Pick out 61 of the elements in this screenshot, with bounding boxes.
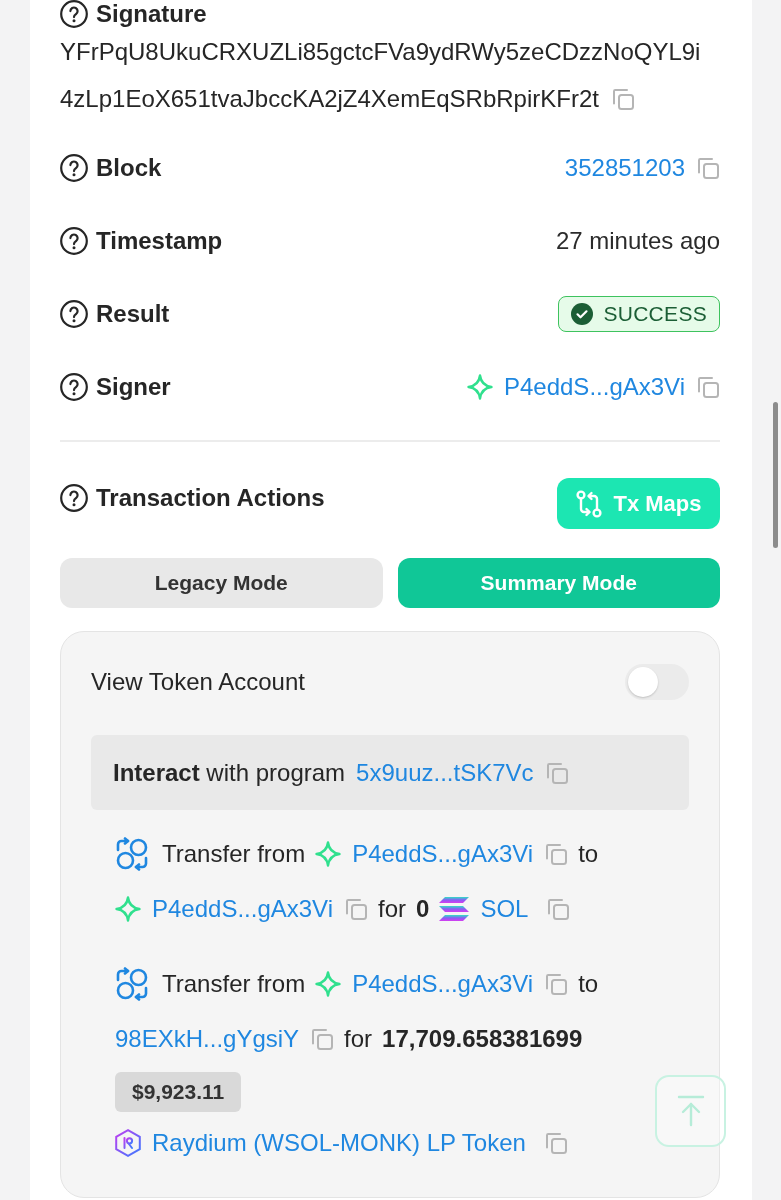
field-label: Signature xyxy=(96,0,207,28)
sparkle-icon xyxy=(315,840,342,867)
interaction-text: Interact with program xyxy=(113,757,346,788)
status-text: SUCCESS xyxy=(603,301,707,326)
transfer-icon xyxy=(115,836,149,871)
route-arrows-icon xyxy=(575,489,604,518)
help-icon xyxy=(60,484,88,512)
copy-icon[interactable] xyxy=(546,896,571,921)
mode-tab[interactable]: Legacy Mode xyxy=(60,558,383,608)
value-link[interactable]: 352851203 xyxy=(564,149,685,186)
copy-icon[interactable] xyxy=(344,896,369,921)
copy-icon[interactable] xyxy=(544,971,569,996)
address-link[interactable]: P4eddS...gAx3Vi xyxy=(503,368,685,405)
to-address-link[interactable]: P4eddS...gAx3Vi xyxy=(152,890,334,927)
signature-value: YFrPqU8UkuCRXUZLi85gctcFVa9ydRWy5zeCDzzNoQYL9i xyxy=(60,36,701,67)
mode-tab[interactable]: Summary Mode xyxy=(397,558,720,608)
copy-icon[interactable] xyxy=(310,1026,335,1051)
from-address-link[interactable]: P4eddS...gAx3Vi xyxy=(352,965,534,1002)
signature-value: 4zLp1EoX651tvaJbccKA2jZ4XemEqSRbRpirKFr2t xyxy=(60,83,599,114)
connector-text: for xyxy=(344,1023,373,1054)
help-icon xyxy=(60,226,88,255)
to-address-link[interactable]: 98EXkH...gYgsiY xyxy=(115,1020,300,1057)
sparkle-icon xyxy=(466,373,493,400)
help-icon xyxy=(60,299,88,328)
connector-text: to xyxy=(578,838,599,869)
transfer-label: Transfer from xyxy=(162,968,306,999)
amount-value: 0 xyxy=(416,893,430,924)
sparkle-icon xyxy=(315,970,342,997)
program-link[interactable]: 5x9uuz...tSK7Vc xyxy=(356,754,534,791)
field-value: 27 minutes ago xyxy=(555,225,720,256)
copy-icon[interactable] xyxy=(610,86,635,111)
copy-icon[interactable] xyxy=(696,155,720,180)
field-label: Signer xyxy=(96,371,171,402)
token-link[interactable]: SOL xyxy=(480,890,529,927)
transfer-icon xyxy=(115,966,149,1001)
toggle-label: View Token Account xyxy=(91,667,305,697)
copy-icon[interactable] xyxy=(544,841,569,866)
field-label: Block xyxy=(96,152,162,183)
help-icon xyxy=(60,0,88,28)
copy-icon[interactable] xyxy=(696,374,720,399)
hexagon-logo-icon xyxy=(115,1128,141,1157)
connector-text: to xyxy=(578,968,599,999)
connector-text: for xyxy=(378,893,407,924)
scroll-to-top-button[interactable] xyxy=(655,1075,726,1147)
check-circle-icon xyxy=(571,302,594,325)
transfer-label: Transfer from xyxy=(162,838,306,869)
help-icon xyxy=(60,372,88,401)
toggle-switch[interactable] xyxy=(625,664,689,700)
amount-value: 17,709.658381699 xyxy=(382,1023,583,1054)
scrollbar-thumb[interactable] xyxy=(773,402,778,548)
copy-icon[interactable] xyxy=(543,1130,568,1155)
from-address-link[interactable]: P4eddS...gAx3Vi xyxy=(352,835,534,872)
usd-value: $9,923.11 xyxy=(115,1071,242,1112)
sparkle-icon xyxy=(115,895,141,922)
token-logo-icon xyxy=(439,896,470,921)
field-label: Result xyxy=(96,298,170,329)
token-link[interactable]: Raydium (WSOL-MONK) LP Token xyxy=(152,1124,526,1161)
section-title: Transaction Actions xyxy=(96,484,325,512)
copy-icon[interactable] xyxy=(544,760,569,785)
help-icon xyxy=(60,153,88,182)
field-label: Timestamp xyxy=(96,225,223,256)
